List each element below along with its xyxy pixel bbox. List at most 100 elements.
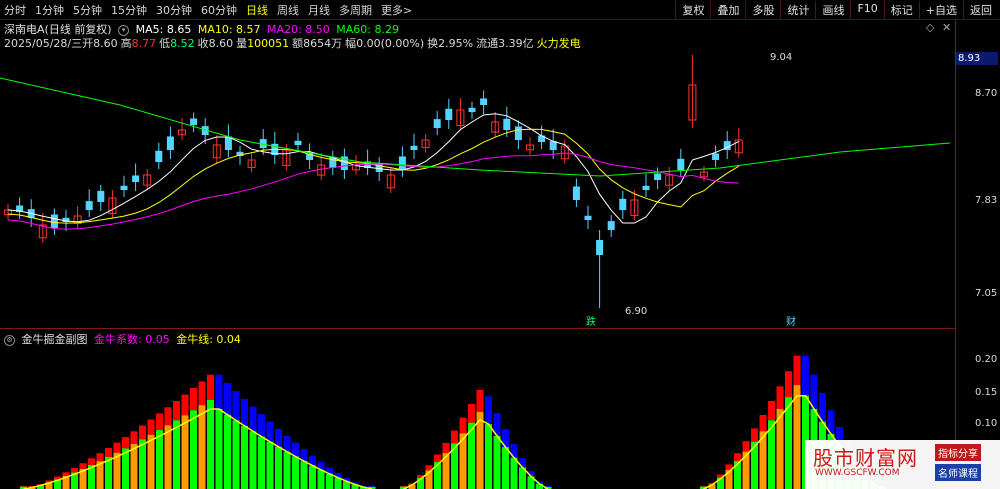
indicator-bar-base [485, 424, 492, 489]
indicator-bar-base [156, 430, 163, 489]
candle-body [480, 98, 488, 105]
indicator-bar-top [190, 388, 197, 411]
indicator-bar-base [241, 425, 248, 489]
indicator-bar-base [326, 473, 333, 489]
close-label: 收 [197, 37, 209, 50]
indicator-bar-base [224, 414, 231, 489]
indicator-bar-top [485, 396, 492, 425]
diamond-icon[interactable]: ◇ [926, 21, 934, 34]
float-label: 流通 [476, 37, 499, 50]
indicator-bar-top [232, 390, 240, 421]
ma5-line [7, 113, 740, 224]
indicator-bar-top [258, 414, 265, 437]
indicator-bar-top [164, 407, 172, 426]
indicator-bar-top [181, 394, 189, 416]
close-icon[interactable]: ✕ [942, 21, 951, 34]
watermark-url: WWW.GSCFW.COM [815, 468, 900, 478]
candle-body [584, 215, 592, 220]
indicator-bar-base [258, 436, 265, 489]
candle-body [50, 214, 58, 228]
indicator-bar-base [317, 469, 325, 489]
candle-body [712, 153, 720, 160]
multi-stock-button[interactable]: 多股 [745, 1, 780, 19]
candle-body [596, 240, 604, 255]
indicator-bar-top [79, 463, 87, 469]
volume-value: 100051 [247, 37, 290, 50]
period-tabs: 分时 1分钟 5分钟 15分钟 30分钟 60分钟 日线 周线 月线 多周期 更… [4, 2, 412, 18]
candle-body [654, 173, 662, 180]
indicator-bar-top [700, 486, 707, 487]
indicator-bar-base [292, 456, 299, 489]
low-label: 低 [159, 37, 171, 50]
indicator-bar-top [802, 355, 809, 396]
turnover-label: 换 [427, 37, 439, 50]
tab-5min[interactable]: 5分钟 [73, 2, 102, 18]
candle-body [607, 221, 615, 230]
dropdown-icon[interactable]: ▾ [118, 24, 130, 36]
indicator-bar-top [173, 400, 180, 421]
indicator-bar-base [164, 425, 172, 489]
mark-button[interactable]: 标记 [883, 1, 919, 19]
close-value: 8.60 [208, 37, 234, 50]
indicator-bar-base [215, 409, 223, 489]
price-axis-line [955, 20, 956, 489]
indicator-bar-base [300, 461, 308, 489]
indicator-bar-base [275, 446, 282, 489]
watermark-badge-share: 指标分享 [935, 444, 981, 461]
adjust-button[interactable]: 复权 [675, 1, 710, 19]
candle-body [85, 201, 93, 210]
tab-monthly[interactable]: 月线 [308, 2, 330, 18]
overlay-button[interactable]: 叠加 [710, 1, 745, 19]
indicator-bar-top [468, 404, 475, 423]
back-button[interactable]: 返回 [963, 1, 998, 19]
indicator-bar-top [368, 486, 376, 487]
volume-label: 量 [236, 37, 248, 50]
tab-multi-period[interactable]: 多周期 [339, 2, 372, 18]
open-value: 8.60 [93, 37, 118, 50]
change-label: 幅 [345, 37, 357, 50]
indicator-bar-base [130, 444, 138, 489]
indicator-bar-top [130, 431, 138, 445]
indicator-bar-top [198, 381, 206, 406]
indicator-bar-base [147, 434, 155, 489]
tab-60min[interactable]: 60分钟 [201, 2, 237, 18]
tab-more[interactable]: 更多> [381, 2, 412, 18]
indicator-bar-top [751, 428, 758, 442]
top-toolbar: 分时 1分钟 5分钟 15分钟 30分钟 60分钟 日线 周线 月线 多周期 更… [0, 0, 1000, 20]
indicator-bar-base [181, 415, 189, 489]
tab-30min[interactable]: 30分钟 [156, 2, 192, 18]
candle-body [677, 158, 685, 170]
tab-weekly[interactable]: 周线 [277, 2, 299, 18]
float-value: 3.39亿 [498, 37, 534, 50]
f10-button[interactable]: F10 [850, 1, 883, 19]
tab-daily[interactable]: 日线 [246, 2, 268, 18]
statistics-button[interactable]: 统计 [780, 1, 815, 19]
tab-intraday[interactable]: 分时 [4, 2, 26, 18]
indicator-bar-top [147, 419, 155, 435]
indicator-bar-base [198, 405, 206, 489]
indicator-bar-top [96, 453, 104, 462]
indicator-bar-top [215, 374, 223, 410]
indicator-bar-base [207, 399, 214, 489]
draw-line-button[interactable]: 画线 [815, 1, 850, 19]
indicator-bar-top [434, 454, 441, 463]
tab-15min[interactable]: 15分钟 [111, 2, 147, 18]
candle-body [503, 118, 511, 130]
candle-body [166, 136, 174, 150]
candle-body [445, 108, 453, 120]
amount-label: 额 [292, 37, 304, 50]
indicator-bar-top [249, 406, 257, 432]
golden-bull-line [403, 418, 549, 489]
candle-body [294, 140, 302, 145]
candle-body [155, 150, 163, 162]
tab-1min[interactable]: 1分钟 [35, 2, 64, 18]
candle-body [619, 198, 627, 210]
add-watchlist-button[interactable]: +自选 [918, 1, 963, 19]
ma10-line [7, 128, 740, 224]
indicator-bar-top [139, 425, 146, 440]
pane-divider[interactable] [0, 328, 955, 329]
indicator-bar-top [122, 437, 129, 449]
candle-body [642, 185, 650, 190]
stock-chart-window: 分时 1分钟 5分钟 15分钟 30分钟 60分钟 日线 周线 月线 多周期 更… [0, 0, 1000, 489]
candlestick-chart[interactable]: 9.04 6.90 跌 财 [0, 50, 955, 328]
